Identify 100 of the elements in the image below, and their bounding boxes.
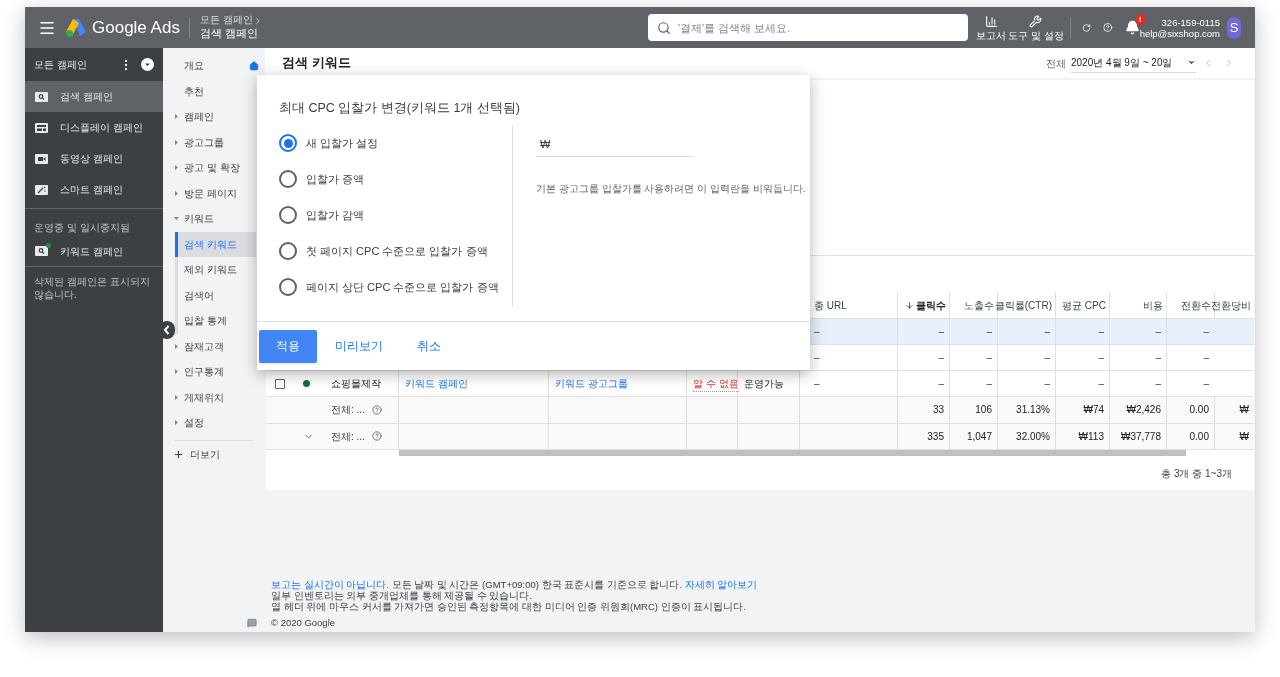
sidebar-item-label: 검색 캠페인 <box>60 90 113 104</box>
table-cell-text: 106 <box>975 403 992 418</box>
radio-button[interactable] <box>279 170 297 188</box>
table-cell-text: – <box>1155 325 1161 339</box>
table-cell-text: – <box>1203 377 1209 391</box>
radio-option[interactable]: 입찰가 감액 <box>279 197 512 233</box>
column-header[interactable]: 비용 <box>1143 297 1163 313</box>
table-cell-text: 0.00 <box>1189 403 1209 418</box>
nav-label: 키워드 <box>184 212 214 227</box>
apply-button[interactable]: 적용 <box>259 329 317 363</box>
table-cell-text: – <box>1203 351 1209 365</box>
table-cell-text: 31.13% <box>1016 403 1050 418</box>
total-label: 전체: ... <box>331 429 365 444</box>
footer-link[interactable]: 자세히 알아보기 <box>684 579 758 590</box>
toolbar-button[interactable]: 도구 및 설정 <box>1008 14 1064 41</box>
column-header[interactable]: 전환수 <box>1181 297 1211 313</box>
table-cell-text: 335 <box>927 429 944 444</box>
nav-item[interactable]: 설정 <box>163 410 265 436</box>
more-button[interactable]: 더보기 <box>163 440 265 469</box>
notification-badge: ! <box>1134 14 1146 25</box>
breadcrumb-link[interactable]: 모든 캠페인 <box>199 14 253 27</box>
table-cell-text: – <box>1044 377 1050 391</box>
sidebar-item[interactable]: 검색 캠페인 <box>25 81 163 112</box>
account-email: help@sixshop.com <box>1139 27 1221 39</box>
column-header[interactable]: 클릭률(CTR) <box>994 297 1052 313</box>
sidebar-item[interactable]: 스마트 캠페인 <box>25 174 163 205</box>
help-icon[interactable] <box>1103 20 1113 35</box>
table-cell-text: – <box>1155 377 1161 391</box>
toolbar-button[interactable]: 보고서 <box>976 14 1006 41</box>
nav-item[interactable]: 키워드 <box>163 206 265 232</box>
footer-link[interactable]: 보고는 실시간이 아닙니다. <box>271 579 389 590</box>
nav-item[interactable]: 광고 및 확장 <box>163 155 265 181</box>
radio-option[interactable]: 새 입찰가 설정 <box>279 125 512 161</box>
nav-item[interactable]: 방문 페이지 <box>163 180 265 206</box>
help-icon[interactable] <box>371 431 382 442</box>
table-cell-text: – <box>1098 351 1104 365</box>
nav-item[interactable]: 캠페인 <box>163 104 265 130</box>
table-cell-text: 1,047 <box>966 429 992 444</box>
radio-option[interactable]: 페이지 상단 CPC 수준으로 입찰가 증액 <box>279 269 512 305</box>
radio-option[interactable]: 첫 페이지 CPC 수준으로 입찰가 증액 <box>279 233 512 269</box>
nav-item[interactable]: 게재위치 <box>163 384 265 410</box>
ad-group-link[interactable]: 키워드 광고그룹 <box>555 376 628 391</box>
radio-button[interactable] <box>279 242 297 260</box>
table-cell-text: – <box>938 325 944 339</box>
logo-icon <box>65 17 87 38</box>
row-checkbox[interactable] <box>275 378 285 389</box>
table-cell-text: – <box>938 377 944 391</box>
nav-item[interactable]: 개요 <box>163 53 265 79</box>
search-icon <box>657 21 671 35</box>
radio-option[interactable]: 입찰가 증액 <box>279 161 512 197</box>
radio-button[interactable] <box>279 134 297 152</box>
product-name: Google Ads <box>92 16 180 39</box>
column-header[interactable]: 평균 CPC <box>1062 297 1106 313</box>
table-cell-text: 0.00 <box>1189 429 1209 444</box>
search-field[interactable]: '결제'를 검색해 보세요. <box>648 14 968 41</box>
nav-label: 인구통계 <box>184 365 224 380</box>
dialog-title: 최대 CPC 입찰가 변경(키워드 1개 선택됨) <box>279 101 521 115</box>
dialog-text-button[interactable]: 미리보기 <box>325 329 393 363</box>
notification-icon[interactable] <box>1124 20 1140 35</box>
sidebar-item[interactable]: 디스플레이 캠페인 <box>25 112 163 143</box>
column-header[interactable]: 클릭수 <box>905 297 946 313</box>
campaign-item[interactable]: 키워드 캠페인 <box>25 238 163 264</box>
dialog-text-button[interactable]: 취소 <box>407 329 451 363</box>
table-cell-text: – <box>986 351 992 365</box>
column-header[interactable]: 전환당비 <box>1211 297 1251 313</box>
feedback-icon[interactable] <box>247 618 257 628</box>
radio-button[interactable] <box>279 278 297 296</box>
home-icon <box>249 60 259 71</box>
avatar[interactable]: S <box>1227 16 1241 39</box>
horizontal-scrollbar[interactable] <box>399 450 1186 456</box>
nav-label: 잠재고객 <box>184 339 224 354</box>
table-cell-text: – <box>1044 351 1050 365</box>
nav-item[interactable]: 광고그룹 <box>163 129 265 155</box>
nav-label: 게재위치 <box>184 390 224 405</box>
page-title: 검색 키워드 <box>282 54 352 73</box>
dropdown-icon[interactable] <box>141 58 154 71</box>
table-row[interactable]: 쇼핑몰제작 키워드 캠페인 키워드 광고그룹 알 수 없음 운영가능 – – – – – – – <box>266 371 1254 397</box>
sidebar-item[interactable]: 동영상 캠페인 <box>25 143 163 174</box>
search-icon <box>35 91 48 102</box>
column-header[interactable]: 노출수 <box>964 297 994 313</box>
radio-button[interactable] <box>279 206 297 224</box>
caret-icon <box>1187 58 1196 67</box>
video-camera-icon <box>35 153 48 164</box>
sidebar-item-label: 스마트 캠페인 <box>60 183 123 197</box>
table-cell-text: – <box>1098 325 1104 339</box>
help-icon[interactable] <box>371 404 382 415</box>
bid-input-field[interactable]: ₩ <box>536 133 693 157</box>
sidebar-header: 모든 캠페인 <box>34 58 88 72</box>
date-range-picker[interactable]: 2020년 4월 9일 ~ 20일 <box>1071 53 1196 73</box>
wand-icon <box>35 184 48 195</box>
nav-label: 개요 <box>184 59 205 74</box>
sidebar-note: 삭제된 캠페인은 표시되지 않습니다. <box>34 275 151 301</box>
nav-label: 설정 <box>184 416 204 431</box>
plus-icon <box>173 449 184 460</box>
total-label: 전체: ... <box>331 403 365 418</box>
status-text[interactable]: 알 수 없음 <box>693 375 739 392</box>
campaign-link[interactable]: 키워드 캠페인 <box>405 376 468 391</box>
column-header[interactable]: 종 URL <box>814 297 847 313</box>
table-cell-text: – <box>1203 325 1209 339</box>
table-cell-text: 32.00% <box>1016 429 1050 444</box>
